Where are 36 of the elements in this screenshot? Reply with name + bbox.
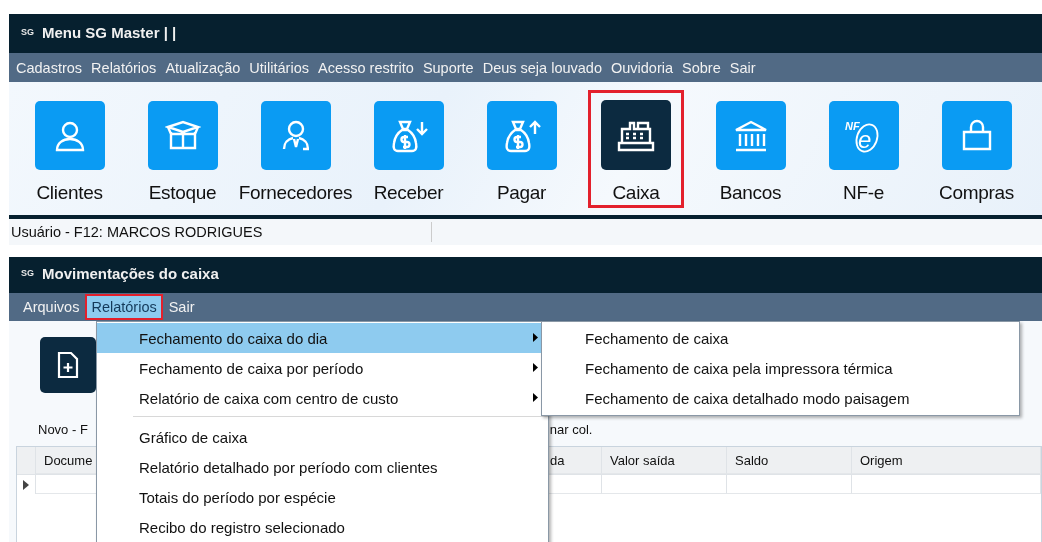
menu-option[interactable]: Totais do período por espécie (97, 482, 548, 512)
app-logo: SG (21, 27, 34, 37)
status-text: Usuário - F12: MARCOS RODRIGUES (11, 224, 264, 240)
menu-item[interactable]: Sair (728, 57, 757, 78)
toolbar-button[interactable]: Fornecedores (239, 100, 352, 204)
menu-item[interactable]: Sobre (681, 57, 722, 78)
menu-item[interactable]: Arquivos (17, 294, 86, 320)
row-pointer-icon (23, 479, 29, 490)
menu-item[interactable]: Utilitários (248, 57, 310, 78)
menu-item[interactable]: Relatórios (90, 57, 158, 78)
toolbar-button[interactable]: Caixa (588, 90, 684, 208)
hint-text: nar col. (549, 421, 593, 437)
new-document-button[interactable] (40, 337, 96, 393)
toolbar-button[interactable]: Clientes (13, 100, 126, 204)
menu-item[interactable]: Suporte (421, 57, 475, 78)
app-logo: SG (21, 268, 34, 278)
column-header[interactable]: Origem (852, 447, 1041, 474)
toolbar-button[interactable]: Compras (920, 100, 1033, 204)
new-button-label: Novo - F (38, 421, 88, 437)
toolbar-button[interactable]: Receber (352, 100, 465, 204)
window-title: Movimentações do caixa (42, 264, 219, 282)
menu-item[interactable]: Relatórios (85, 294, 163, 320)
menu-option[interactable]: Recibo do registro selecionado (97, 512, 548, 542)
menu-item[interactable]: Sair (162, 294, 201, 320)
window-title: Menu SG Master | | (42, 23, 177, 41)
new-file-icon (57, 351, 79, 379)
column-header[interactable]: Saldo (727, 447, 852, 474)
toolbar-button[interactable]: Bancos (694, 100, 807, 204)
toolbar-button[interactable]: Pagar (465, 100, 578, 204)
column-header[interactable]: Valor saída (602, 447, 727, 474)
menu-item[interactable]: Atualização (164, 57, 242, 78)
menu-item[interactable]: Deus seja louvado (481, 57, 603, 78)
menu-item[interactable]: Ouvidoria (610, 57, 675, 78)
menu-item[interactable]: Acesso restrito (316, 57, 415, 78)
toolbar-button[interactable]: Estoque (126, 100, 239, 204)
menu-item[interactable]: Cadastros (15, 57, 84, 78)
